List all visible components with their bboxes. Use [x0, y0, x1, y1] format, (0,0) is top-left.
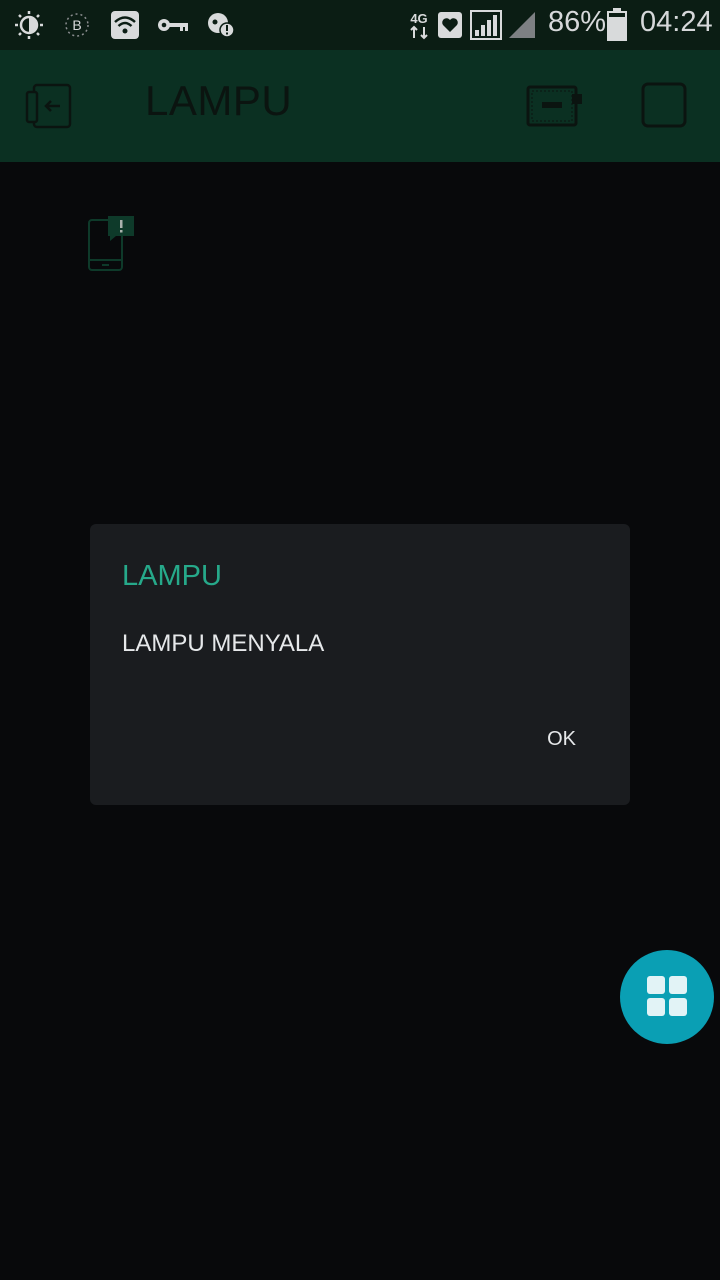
wifi-icon	[110, 10, 140, 40]
brightness-icon	[14, 10, 44, 40]
notification-widget-icon	[88, 216, 134, 271]
app-title: LAMPU	[145, 77, 293, 124]
device-icon	[526, 85, 582, 127]
dialog-message: LAMPU MENYALA	[122, 630, 325, 657]
signal-icon	[470, 10, 502, 40]
signal-empty-icon	[507, 10, 537, 40]
dialog-title: LAMPU	[122, 560, 222, 592]
device-button[interactable]	[526, 82, 584, 132]
stop-square-icon	[641, 82, 687, 128]
clock: 04:24	[640, 6, 713, 38]
alert-dialog: LAMPU LAMPU MENYALA OK	[90, 524, 630, 805]
battery-icon	[606, 8, 628, 41]
stop-button[interactable]	[641, 82, 691, 132]
svg-text:B: B	[72, 17, 81, 33]
status-bar: B 4G 86% 04:24	[0, 0, 720, 50]
widget-box-fab[interactable]	[620, 950, 714, 1044]
ok-button[interactable]: OK	[547, 728, 576, 751]
network-type-label: 4G	[410, 11, 427, 26]
data-alert-icon	[206, 10, 236, 40]
heart-icon	[437, 10, 463, 40]
notification-widget[interactable]	[86, 214, 136, 274]
vpn-key-icon	[156, 10, 190, 40]
app-bar: LAMPU	[0, 50, 720, 162]
bluetooth-icon: B	[64, 10, 90, 40]
exit-button[interactable]	[24, 82, 74, 132]
network-4g-icon: 4G	[406, 10, 432, 40]
screen: B 4G 86% 04:24 LAMPU LAMPU LAMPU MENYALA…	[0, 0, 720, 1280]
battery-percent: 86%	[548, 6, 607, 38]
exit-icon	[25, 83, 72, 129]
